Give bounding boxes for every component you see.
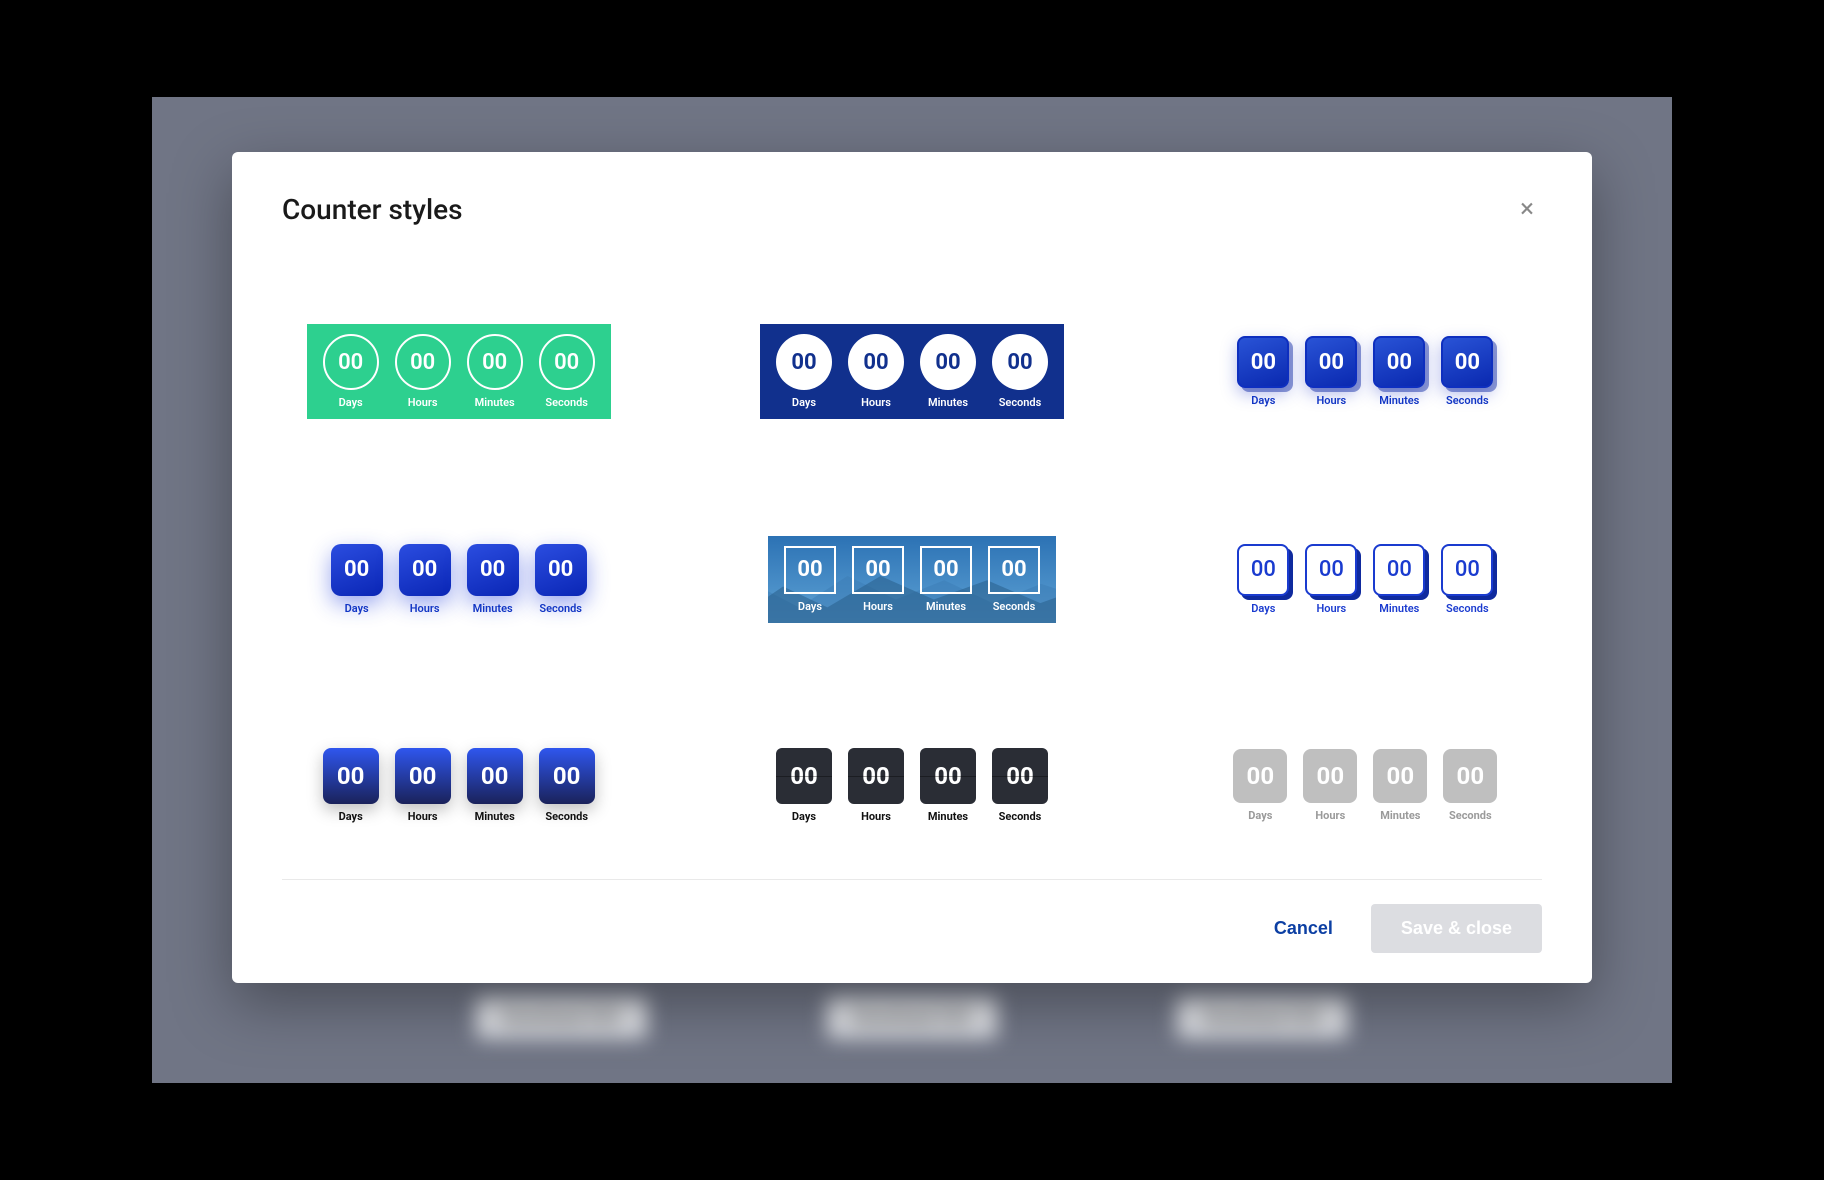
unit-value: 00 <box>776 748 832 804</box>
unit-value: 00 <box>1305 336 1357 388</box>
unit-label: Minutes <box>475 810 515 823</box>
unit-label: Days <box>1251 602 1275 615</box>
unit-value: 00 <box>539 748 595 804</box>
unit-value: 00 <box>331 544 383 596</box>
unit-value: 00 <box>323 334 379 390</box>
close-button[interactable]: × <box>1512 192 1542 226</box>
unit-label: Days <box>345 602 369 615</box>
unit-value: 00 <box>467 748 523 804</box>
unit-label: Seconds <box>1446 394 1489 407</box>
unit-value: 00 <box>1373 336 1425 388</box>
unit-label: Hours <box>861 396 891 409</box>
unit-value: 00 <box>920 334 976 390</box>
unit-label: Minutes <box>1380 809 1420 822</box>
unit-value: 00 <box>539 334 595 390</box>
unit-label: Minutes <box>926 600 966 613</box>
unit-label: Days <box>798 600 822 613</box>
unit-label: Hours <box>863 600 893 613</box>
unit-label: Minutes <box>475 396 515 409</box>
bg-button: Download CSV <box>827 997 998 1038</box>
unit-value: 00 <box>988 546 1040 594</box>
unit-value: 00 <box>852 546 904 594</box>
unit-label: Seconds <box>999 810 1042 823</box>
unit-label: Days <box>339 810 363 823</box>
style-option-9[interactable]: 00 Days 00 Hours 00 Minutes 00 Seconds <box>1189 711 1542 859</box>
unit-value: 00 <box>1303 749 1357 803</box>
unit-label: Minutes <box>928 396 968 409</box>
styles-grid: 00 Days 00 Hours 00 Minutes 00 Seconds 00 Day… <box>282 296 1542 859</box>
unit-value: 00 <box>1373 749 1427 803</box>
unit-label: Days <box>1248 809 1272 822</box>
unit-label: Seconds <box>993 600 1036 613</box>
style-option-2[interactable]: 00 Days 00 Hours 00 Minutes 00 Seconds <box>735 296 1088 448</box>
unit-label: Seconds <box>545 810 588 823</box>
counter-styles-modal: Counter styles × 00 Days 00 Hours 00 Minute… <box>232 152 1592 983</box>
cancel-button[interactable]: Cancel <box>1262 908 1345 949</box>
style-option-1[interactable]: 00 Days 00 Hours 00 Minutes 00 Seconds <box>282 296 635 448</box>
unit-label: Hours <box>410 602 440 615</box>
unit-value: 00 <box>992 334 1048 390</box>
modal-footer: Cancel Save & close <box>282 879 1542 953</box>
unit-label: Hours <box>408 396 438 409</box>
unit-value: 00 <box>1305 544 1357 596</box>
style-option-8[interactable]: 00 Days 00 Hours 00 Minutes 00 Seconds <box>735 711 1088 859</box>
unit-value: 00 <box>1233 749 1287 803</box>
unit-value: 00 <box>784 546 836 594</box>
modal-header: Counter styles × <box>282 192 1542 226</box>
unit-value: 00 <box>1373 544 1425 596</box>
unit-label: Minutes <box>1379 394 1419 407</box>
unit-label: Days <box>792 396 816 409</box>
unit-label: Minutes <box>1379 602 1419 615</box>
unit-value: 00 <box>395 748 451 804</box>
unit-label: Seconds <box>1446 602 1489 615</box>
unit-label: Hours <box>861 810 891 823</box>
unit-value: 00 <box>535 544 587 596</box>
unit-label: Hours <box>408 810 438 823</box>
unit-label: Minutes <box>473 602 513 615</box>
unit-value: 00 <box>1441 336 1493 388</box>
unit-value: 00 <box>920 748 976 804</box>
unit-label: Seconds <box>999 396 1042 409</box>
bg-button: Download CSV <box>1177 997 1348 1038</box>
style-option-7[interactable]: 00 Days 00 Hours 00 Minutes 00 Seconds <box>282 711 635 859</box>
unit-value: 00 <box>467 334 523 390</box>
unit-label: Seconds <box>545 396 588 409</box>
unit-value: 00 <box>399 544 451 596</box>
unit-label: Seconds <box>539 602 582 615</box>
unit-label: Hours <box>1316 602 1346 615</box>
save-and-close-button[interactable]: Save & close <box>1371 904 1542 953</box>
unit-value: 00 <box>1443 749 1497 803</box>
unit-label: Days <box>1251 394 1275 407</box>
style-option-6[interactable]: 00 Days 00 Hours 00 Minutes 00 Seconds <box>1189 508 1542 652</box>
app-viewport: Download CSV Download CSV Download CSV C… <box>152 97 1672 1083</box>
unit-value: 00 <box>395 334 451 390</box>
unit-label: Days <box>792 810 816 823</box>
unit-value: 00 <box>1237 544 1289 596</box>
bg-button: Download CSV <box>476 997 647 1038</box>
unit-value: 00 <box>848 334 904 390</box>
unit-value: 00 <box>848 748 904 804</box>
style-option-5[interactable]: 00 Days 00 Hours 00 Minutes 00 Seconds <box>735 508 1088 652</box>
style-option-4[interactable]: 00 Days 00 Hours 00 Minutes 00 Seconds <box>282 508 635 652</box>
unit-label: Hours <box>1316 394 1346 407</box>
unit-value: 00 <box>1441 544 1493 596</box>
unit-value: 00 <box>992 748 1048 804</box>
modal-title: Counter styles <box>282 193 463 226</box>
unit-value: 00 <box>920 546 972 594</box>
unit-label: Minutes <box>928 810 968 823</box>
unit-label: Hours <box>1315 809 1345 822</box>
unit-value: 00 <box>1237 336 1289 388</box>
unit-label: Days <box>339 396 363 409</box>
unit-value: 00 <box>776 334 832 390</box>
unit-value: 00 <box>467 544 519 596</box>
style-option-3[interactable]: 00 Days 00 Hours 00 Minutes 00 Seconds <box>1189 296 1542 448</box>
unit-label: Seconds <box>1449 809 1492 822</box>
unit-value: 00 <box>323 748 379 804</box>
